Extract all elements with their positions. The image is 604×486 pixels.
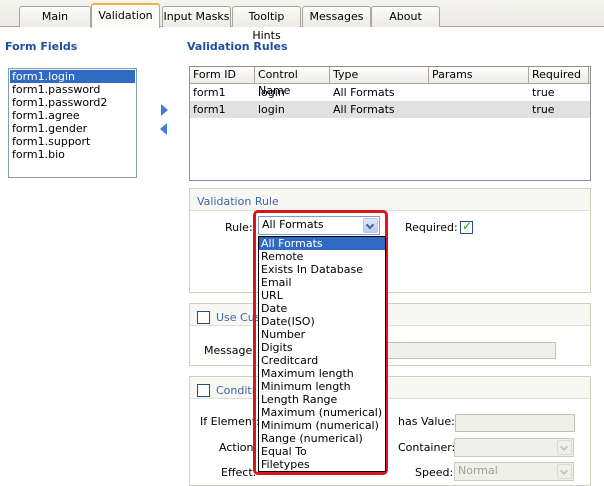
- tab-input-masks[interactable]: Input Masks: [162, 6, 231, 27]
- list-item[interactable]: form1.agree: [10, 109, 135, 122]
- tab-messages[interactable]: Messages: [302, 6, 371, 27]
- cell: login: [258, 103, 285, 116]
- dropdown-option[interactable]: Digits: [259, 341, 385, 354]
- tab-main[interactable]: Main: [19, 6, 91, 27]
- cell: form1: [193, 86, 226, 99]
- condition-title: Conditi: [216, 384, 255, 397]
- dropdown-button[interactable]: [557, 464, 572, 479]
- dropdown-option[interactable]: Maximum length: [259, 367, 385, 380]
- rule-label: Rule:: [225, 221, 253, 234]
- message-field[interactable]: [385, 342, 556, 359]
- condition-panel: Conditi If Element: has Value: Action: C…: [189, 376, 591, 486]
- validation-rule-panel: Validation Rule Rule: Required: ✓: [189, 188, 591, 293]
- speed-label: Speed:: [415, 466, 454, 479]
- dropdown-option[interactable]: Maximum (numerical): [259, 406, 385, 419]
- container-select[interactable]: [454, 438, 574, 457]
- dropdown-option[interactable]: Creditcard: [259, 354, 385, 367]
- dropdown-button[interactable]: [557, 440, 572, 455]
- effect-label: Effect:: [221, 466, 257, 479]
- if-element-label: If Element:: [200, 415, 260, 428]
- cell: All Formats: [333, 86, 395, 99]
- list-item[interactable]: form1.support: [10, 135, 135, 148]
- column-header[interactable]: Form ID: [190, 67, 255, 83]
- rule-value: All Formats: [262, 218, 324, 231]
- column-header[interactable]: Type: [330, 67, 429, 83]
- speed-select[interactable]: Normal: [454, 462, 574, 481]
- list-item[interactable]: form1.password: [10, 83, 135, 96]
- dropdown-option[interactable]: Minimum (numerical): [259, 419, 385, 432]
- list-item[interactable]: form1.password2: [10, 96, 135, 109]
- cell: All Formats: [333, 103, 395, 116]
- add-rule-arrow-icon[interactable]: [161, 104, 168, 116]
- cell: [429, 101, 529, 118]
- column-header[interactable]: Control Name: [255, 67, 330, 97]
- required-label: Required:: [405, 221, 458, 234]
- form-fields-list[interactable]: form1.login form1.password form1.passwor…: [8, 68, 137, 178]
- container-label: Container:: [398, 441, 456, 454]
- list-item[interactable]: form1.login: [10, 70, 135, 83]
- dropdown-button[interactable]: [363, 218, 378, 233]
- chevron-down-icon: [365, 220, 375, 230]
- dropdown-option[interactable]: Remote: [259, 250, 385, 263]
- use-custom-checkbox[interactable]: [197, 311, 210, 324]
- use-custom-panel: Use Cus Message:: [189, 303, 591, 366]
- dropdown-option[interactable]: Range (numerical): [259, 432, 385, 445]
- form-fields-title: Form Fields: [5, 40, 78, 53]
- cell: form1: [193, 103, 226, 116]
- required-checkbox[interactable]: ✓: [460, 219, 473, 234]
- chevron-down-icon: [559, 442, 569, 452]
- chevron-down-icon: [559, 466, 569, 476]
- dropdown-option[interactable]: Date: [259, 302, 385, 315]
- dropdown-option[interactable]: Exists In Database: [259, 263, 385, 276]
- column-header[interactable]: Params: [429, 67, 529, 83]
- table-header: Form ID Control Name Type Params Require…: [190, 67, 590, 97]
- dropdown-option[interactable]: URL: [259, 289, 385, 302]
- message-label: Message:: [204, 344, 256, 357]
- dropdown-option[interactable]: Minimum length: [259, 380, 385, 393]
- check-icon: ✓: [462, 219, 473, 233]
- validation-rules-table[interactable]: Form ID Control Name Type Params Require…: [189, 66, 591, 181]
- dropdown-option[interactable]: Date(ISO): [259, 315, 385, 328]
- cell: login: [258, 86, 285, 99]
- table-row[interactable]: form1 login All Formats true: [190, 101, 590, 118]
- condition-checkbox[interactable]: [197, 384, 210, 397]
- tab-about[interactable]: About: [371, 6, 440, 27]
- remove-rule-arrow-icon[interactable]: [160, 123, 167, 135]
- tab-tooltip-hints[interactable]: Tooltip Hints: [232, 6, 301, 42]
- table-row[interactable]: form1 login All Formats true: [190, 84, 590, 101]
- rule-dropdown-list[interactable]: All Formats Remote Exists In Database Em…: [258, 236, 386, 472]
- tab-strip: Main Validation Input Masks Tooltip Hint…: [0, 0, 604, 42]
- list-item[interactable]: form1.gender: [10, 122, 135, 135]
- dropdown-option[interactable]: Filetypes: [259, 458, 385, 471]
- action-label: Action:: [219, 441, 258, 454]
- validation-rules-title: Validation Rules: [187, 40, 288, 53]
- tab-validation[interactable]: Validation: [91, 3, 160, 28]
- speed-value: Normal: [458, 464, 498, 477]
- rule-select[interactable]: All Formats: [258, 216, 380, 235]
- dropdown-option[interactable]: Equal To: [259, 445, 385, 458]
- dropdown-option[interactable]: Email: [259, 276, 385, 289]
- column-header[interactable]: Required: [529, 67, 589, 83]
- dropdown-option[interactable]: Length Range: [259, 393, 385, 406]
- dropdown-option[interactable]: All Formats: [259, 237, 385, 250]
- dropdown-option[interactable]: Number: [259, 328, 385, 341]
- cell: [429, 84, 529, 101]
- has-value-label: has Value:: [398, 415, 455, 428]
- list-item[interactable]: form1.bio: [10, 148, 135, 161]
- cell: true: [532, 103, 555, 116]
- has-value-field[interactable]: [455, 414, 575, 432]
- validation-rule-title: Validation Rule: [197, 195, 279, 208]
- cell: true: [532, 86, 555, 99]
